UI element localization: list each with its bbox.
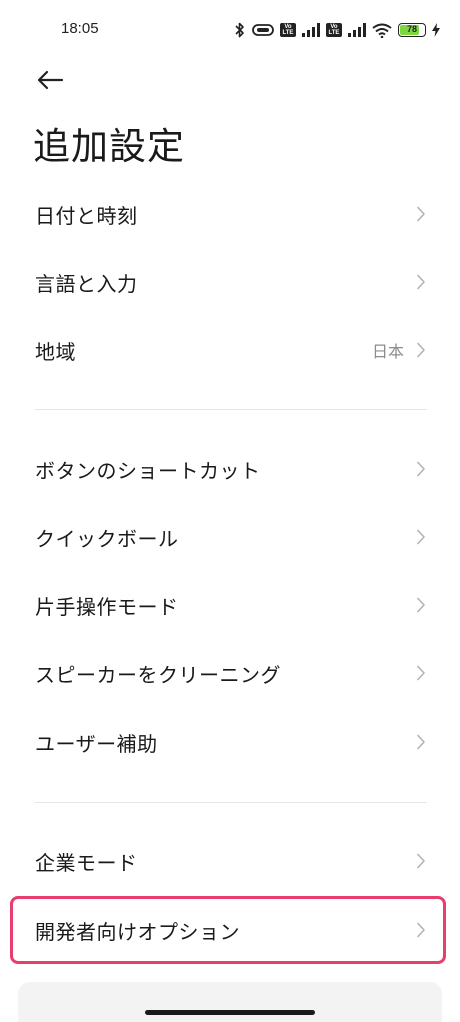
charging-icon [432,23,440,37]
link-icon [252,23,274,37]
settings-item-developer-options[interactable]: 開発者向けオプション [0,896,460,964]
chevron-right-icon [414,733,428,751]
chevron-right-icon [414,528,428,546]
settings-item-enterprise-mode[interactable]: 企業モード [0,827,460,895]
settings-item-speaker-cleaning[interactable]: スピーカーをクリーニング [0,639,460,707]
volte-icon-sim2: Vo LTE [326,23,342,37]
chevron-right-icon [414,852,428,870]
signal-icon-sim1 [302,23,320,37]
bottom-card [18,982,442,1022]
page-title: 追加設定 [33,125,185,168]
battery-icon: 78 [398,23,426,37]
chevron-right-icon [414,205,428,223]
item-label: 言語と入力 [35,271,138,296]
battery-indicator: 78 [398,23,426,37]
settings-screen: 18:05 Vo LTE Vo LTE 78 追加設定 日付と時刻 言語と入力 … [0,0,460,1022]
status-icons: Vo LTE Vo LTE 78 [234,19,440,41]
item-label: 地域 [35,339,76,364]
item-label: 開発者向けオプション [35,919,240,944]
chevron-right-icon [414,921,428,939]
wifi-icon [372,23,392,38]
status-bar: 18:05 Vo LTE Vo LTE 78 [0,0,460,60]
settings-item-date-time[interactable]: 日付と時刻 [0,180,460,248]
settings-item-language-input[interactable]: 言語と入力 [0,248,460,316]
battery-level: 78 [406,24,417,34]
item-label: 片手操作モード [35,594,179,619]
settings-item-accessibility[interactable]: ユーザー補助 [0,708,460,776]
item-label: 企業モード [35,850,138,875]
chevron-right-icon [414,596,428,614]
item-value: 日本 [371,342,404,361]
chevron-right-icon [414,460,428,478]
settings-item-one-handed-mode[interactable]: 片手操作モード [0,571,460,639]
chevron-right-icon [414,341,428,359]
settings-item-quick-ball[interactable]: クイックボール [0,503,460,571]
back-button[interactable] [30,62,70,98]
item-label: クイックボール [35,526,179,551]
chevron-right-icon [414,664,428,682]
section-divider [35,802,427,803]
signal-icon-sim2 [348,23,366,37]
volte-icon-sim1: Vo LTE [280,23,296,37]
status-time: 18:05 [61,20,99,37]
section-divider [35,409,427,410]
chevron-right-icon [414,273,428,291]
item-label: 日付と時刻 [35,203,138,228]
bluetooth-icon [234,22,246,38]
settings-item-button-shortcuts[interactable]: ボタンのショートカット [0,435,460,503]
item-label: ボタンのショートカット [35,458,261,483]
back-arrow-icon [37,70,64,90]
settings-item-region[interactable]: 地域 日本 [0,316,460,384]
home-indicator[interactable] [145,1010,315,1015]
item-label: ユーザー補助 [35,731,158,756]
item-label: スピーカーをクリーニング [35,662,281,687]
